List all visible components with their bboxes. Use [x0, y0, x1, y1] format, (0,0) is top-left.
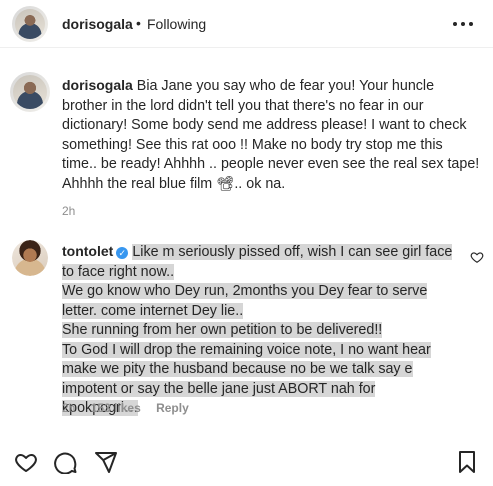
header-username[interactable]: dorisogala	[62, 16, 133, 32]
more-icon[interactable]	[453, 14, 473, 34]
caption-timestamp[interactable]: 2h	[62, 204, 75, 218]
header-separator: •	[136, 15, 141, 31]
caption-username[interactable]: dorisogala	[62, 77, 133, 93]
comment: tontolet ✓ Like m seriously pissed off, wi…	[62, 242, 454, 419]
share-icon[interactable]	[94, 450, 118, 474]
comment-heart-icon[interactable]	[470, 250, 484, 264]
post-caption: dorisogala Bia Jane you say who de fear y…	[62, 76, 480, 194]
comment-username[interactable]: tontolet	[62, 243, 113, 259]
comment-meta: 2h 153 likes Reply	[62, 401, 201, 415]
comment-line: We go know who Dey run, 2months you Dey …	[62, 283, 428, 319]
reply-button[interactable]: Reply	[156, 401, 189, 415]
comment-likes[interactable]: 153 likes	[91, 401, 141, 415]
bookmark-icon[interactable]	[455, 450, 479, 474]
comment-avatar[interactable]	[12, 240, 48, 276]
follow-status[interactable]: Following	[147, 16, 206, 32]
header-avatar[interactable]	[12, 6, 48, 42]
heart-icon[interactable]	[14, 450, 38, 474]
comment-timestamp[interactable]: 2h	[62, 401, 75, 415]
comment-line: She running from her own petition to be …	[62, 322, 383, 338]
verified-badge-icon: ✓	[116, 247, 129, 259]
comment-icon[interactable]	[54, 450, 78, 474]
caption-text: Bia Jane you say who de fear you! Your h…	[62, 78, 480, 192]
caption-avatar[interactable]	[10, 72, 50, 112]
post-header: dorisogala • Following	[0, 0, 493, 48]
action-bar	[0, 440, 493, 486]
